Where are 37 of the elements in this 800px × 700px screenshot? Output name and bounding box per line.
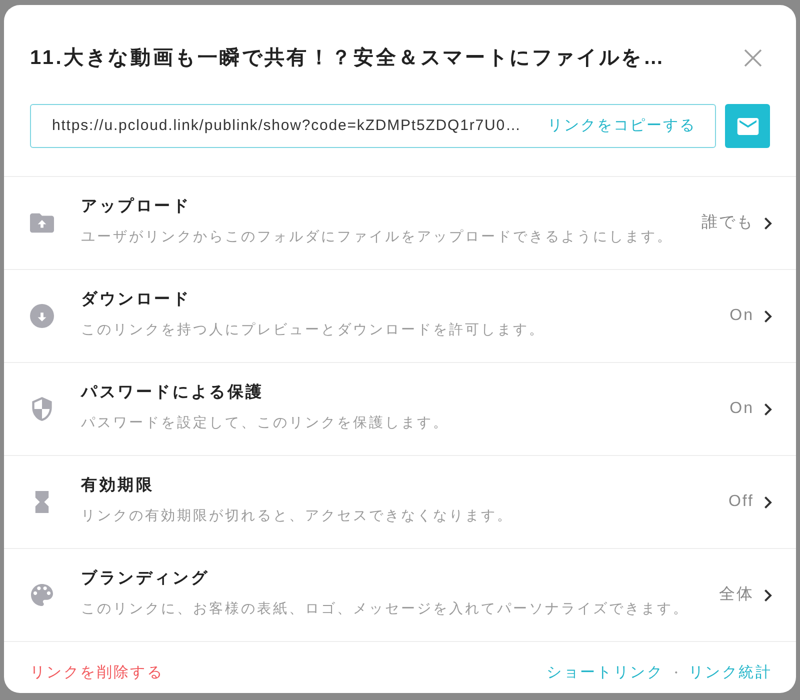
link-field[interactable]: https://u.pcloud.link/publink/show?code=kZDMPt5ZDQ1r7U0… リンクをコピーする: [30, 104, 716, 148]
delete-link-button[interactable]: リンクを削除する: [30, 663, 164, 683]
setting-value-button[interactable]: 誰でも: [702, 211, 772, 235]
dialog-title: 11.大きな動画も一瞬で共有！？安全＆スマートにファイルを…: [30, 46, 666, 71]
palette-icon: [31, 584, 53, 606]
hourglass-icon: [35, 491, 49, 513]
setting-description: このリンクに、お客様の表紙、ロゴ、メッセージを入れてパーソナライズできます。: [81, 599, 690, 618]
setting-title: ダウンロード: [81, 290, 192, 310]
close-icon: [744, 49, 762, 67]
close-button[interactable]: [744, 49, 762, 67]
chevron-right-icon: [764, 216, 772, 230]
setting-value-button[interactable]: Off: [728, 490, 772, 514]
shield-icon: [32, 397, 52, 421]
chevron-right-icon: [764, 402, 772, 416]
setting-value-button[interactable]: 全体: [719, 583, 772, 607]
setting-description: このリンクを持つ人にプレビューとダウンロードを許可します。: [81, 320, 546, 339]
copy-link-button[interactable]: リンクをコピーする: [548, 114, 696, 138]
link-stats-button[interactable]: リンク統計: [688, 663, 772, 683]
download-icon: [30, 304, 54, 328]
chevron-right-icon: [764, 496, 772, 508]
folder-upload-icon: [30, 213, 54, 233]
setting-title: アップロード: [81, 197, 192, 217]
setting-value-button[interactable]: On: [730, 397, 772, 421]
link-url: https://u.pcloud.link/publink/show?code=kZDMPt5ZDQ1r7U0…: [52, 116, 522, 136]
setting-title: パスワードによる保護: [81, 383, 265, 403]
chevron-right-icon: [764, 310, 772, 322]
setting-title: 有効期限: [81, 476, 156, 496]
envelope-icon: [736, 118, 758, 134]
setting-value-button[interactable]: On: [730, 304, 772, 328]
separator-text: ・: [670, 664, 682, 682]
setting-description: リンクの有効期限が切れると、アクセスできなくなります。: [81, 506, 514, 525]
setting-title: ブランディング: [81, 569, 210, 589]
setting-description: ユーザがリンクからこのフォルダにファイルをアップロードできるようにします。: [81, 227, 674, 246]
short-link-button[interactable]: ショートリンク: [546, 663, 664, 683]
setting-description: パスワードを設定して、このリンクを保護します。: [81, 413, 450, 432]
chevron-right-icon: [764, 588, 772, 602]
email-button[interactable]: [725, 104, 770, 148]
